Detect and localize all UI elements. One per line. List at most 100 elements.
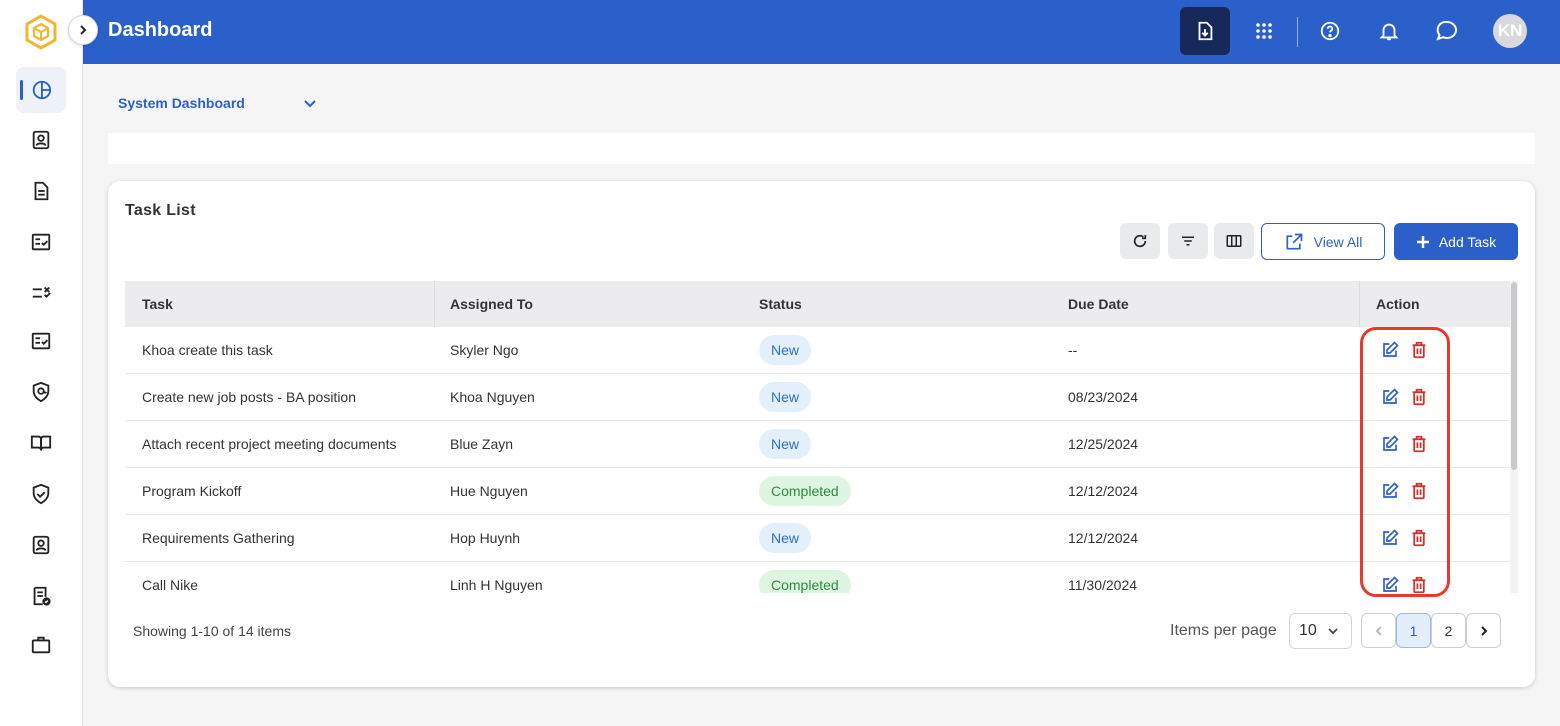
delete-button[interactable]: [1409, 340, 1429, 360]
edit-icon: [1383, 341, 1399, 357]
sidebar-toggle-button[interactable]: [68, 15, 98, 45]
refresh-icon: [1133, 234, 1147, 248]
apps-menu-button[interactable]: [1239, 7, 1289, 55]
status-badge: New: [759, 335, 812, 365]
sidebar-item-dashboard[interactable]: [16, 67, 66, 113]
dashboard-select[interactable]: System Dashboard: [118, 95, 245, 111]
add-task-button[interactable]: Add Task: [1394, 223, 1518, 260]
delete-button[interactable]: [1409, 481, 1429, 501]
delete-button[interactable]: [1409, 575, 1429, 593]
bell-icon: [1379, 23, 1399, 41]
assignee: Hop Huynh: [450, 530, 521, 546]
column-divider: [434, 281, 435, 327]
refresh-button[interactable]: [1120, 223, 1160, 259]
column-header-task[interactable]: Task: [142, 296, 173, 312]
assignee: Linh H Nguyen: [450, 577, 543, 593]
column-header-status[interactable]: Status: [759, 296, 802, 312]
edit-button[interactable]: [1380, 575, 1400, 593]
due-date: 12/25/2024: [1068, 436, 1139, 452]
status-badge: Completed: [759, 476, 851, 506]
help-icon: [1320, 21, 1340, 41]
table-row[interactable]: Program Kickoff Hue Nguyen Completed 12/…: [125, 468, 1510, 515]
trash-icon: [1412, 435, 1426, 453]
sidebar-item-tasks[interactable]: [16, 318, 66, 364]
sidebar-item-documents[interactable]: [16, 168, 66, 214]
column-divider: [1359, 281, 1360, 327]
checklist-icon: [31, 233, 51, 251]
id-badge-icon: [32, 535, 50, 555]
columns-button[interactable]: [1214, 223, 1254, 259]
edit-button[interactable]: [1380, 340, 1400, 360]
task-name: Call Nike: [142, 577, 199, 593]
sidebar-item-library[interactable]: [16, 420, 66, 466]
sidebar-item-compliance[interactable]: [16, 471, 66, 517]
help-button[interactable]: [1305, 7, 1355, 55]
dashboard-widget-strip: [108, 133, 1535, 164]
view-all-button[interactable]: View All: [1261, 223, 1385, 260]
trash-icon: [1412, 341, 1426, 359]
next-page-button[interactable]: [1466, 613, 1501, 648]
table-header: Task Assigned To Status Due Date Action: [125, 281, 1510, 327]
user-avatar[interactable]: KN: [1493, 14, 1527, 48]
items-per-page-select[interactable]: 10: [1289, 613, 1352, 649]
header-divider: [1297, 17, 1298, 47]
book-icon: [30, 435, 52, 451]
filter-button[interactable]: [1168, 223, 1208, 259]
download-button[interactable]: [1180, 7, 1230, 55]
items-per-page-value: 10: [1299, 622, 1317, 639]
dashboard-pie-icon: [32, 80, 52, 100]
delete-button[interactable]: [1409, 434, 1429, 454]
delete-button[interactable]: [1409, 387, 1429, 407]
table-row[interactable]: Attach recent project meeting documents …: [125, 421, 1510, 468]
edit-button[interactable]: [1380, 434, 1400, 454]
task-name: Attach recent project meeting documents: [142, 436, 397, 452]
column-header-due-date[interactable]: Due Date: [1068, 296, 1129, 312]
card-title: Task List: [125, 202, 196, 219]
task-table: Task Assigned To Status Due Date Action …: [125, 281, 1510, 593]
column-header-assigned-to[interactable]: Assigned To: [450, 296, 533, 312]
sidebar-item-list-x[interactable]: [16, 270, 66, 316]
chat-button[interactable]: [1422, 7, 1472, 55]
prev-page-button[interactable]: [1361, 613, 1396, 648]
app-logo[interactable]: [24, 14, 58, 50]
edit-icon: [1383, 529, 1399, 545]
sidebar-item-reports[interactable]: [16, 573, 66, 619]
table-row[interactable]: Requirements Gathering Hop Huynh New 12/…: [125, 515, 1510, 562]
edit-button[interactable]: [1380, 481, 1400, 501]
shield-check-icon: [32, 483, 50, 505]
trash-icon: [1412, 529, 1426, 547]
delete-button[interactable]: [1409, 528, 1429, 548]
items-per-page-label: Items per page: [1170, 622, 1277, 639]
edit-icon: [1383, 435, 1399, 451]
sidebar-item-contacts[interactable]: [16, 117, 66, 163]
add-task-label: Add Task: [1438, 233, 1497, 250]
due-date: 11/30/2024: [1068, 577, 1138, 593]
grid-dots-icon: [1256, 23, 1272, 39]
plus-icon: [1416, 235, 1429, 248]
table-row[interactable]: Call Nike Linh H Nguyen Completed 11/30/…: [125, 562, 1510, 593]
page-button-2[interactable]: 2: [1431, 613, 1466, 648]
page-button-1[interactable]: 1: [1396, 613, 1431, 648]
edit-icon: [1383, 576, 1399, 592]
edit-button[interactable]: [1380, 528, 1400, 548]
table-row[interactable]: Create new job posts - BA position Khoa …: [125, 374, 1510, 421]
sidebar-item-security[interactable]: [16, 369, 66, 415]
chevron-right-icon: [80, 25, 87, 35]
sidebar: [0, 0, 83, 726]
edit-button[interactable]: [1380, 387, 1400, 407]
notifications-button[interactable]: [1364, 7, 1414, 55]
chat-bubble-icon: [1436, 20, 1457, 41]
due-date: 12/12/2024: [1068, 483, 1139, 499]
scrollbar-thumb[interactable]: [1511, 282, 1517, 470]
status-badge: New: [759, 429, 812, 459]
file-download-icon: [1198, 21, 1213, 41]
task-check-icon: [31, 332, 51, 350]
sidebar-item-profiles[interactable]: [16, 522, 66, 568]
report-check-icon: [33, 586, 51, 606]
table-row[interactable]: Khoa create this task Skyler Ngo New --: [125, 327, 1510, 374]
briefcase-icon: [31, 636, 51, 654]
sidebar-item-jobs[interactable]: [16, 622, 66, 668]
document-icon: [34, 181, 49, 201]
sidebar-item-checklist[interactable]: [16, 219, 66, 265]
chevron-down-icon[interactable]: [303, 96, 317, 115]
